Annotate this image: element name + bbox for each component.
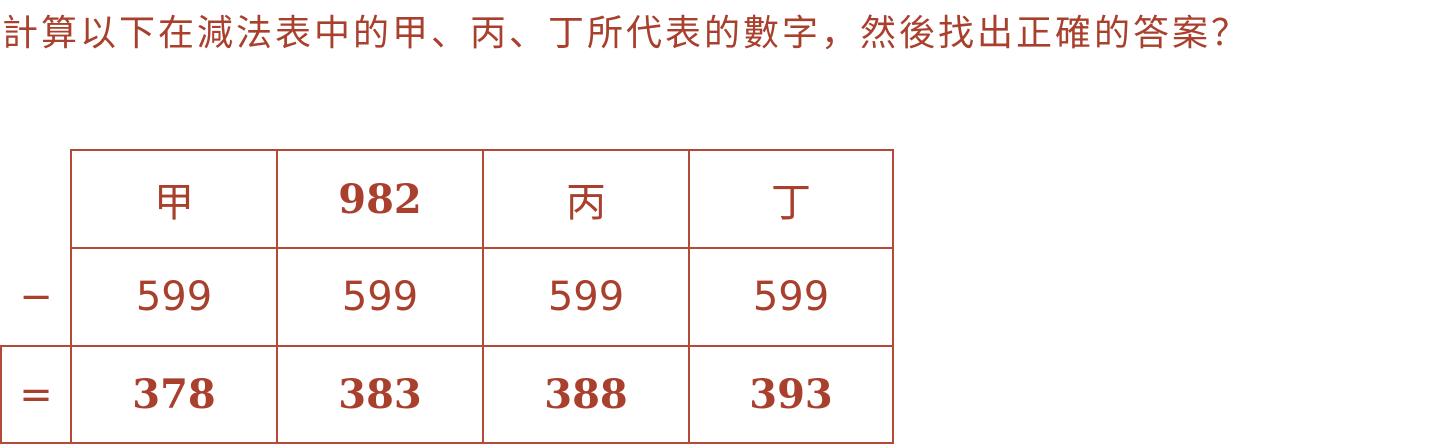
header-cell-ding: 丁 [771,180,811,226]
subtrahend-cell-3: 599 [547,274,625,320]
result-cell-2: 383 [338,371,422,418]
subtrahend-cell-1: 599 [135,274,213,320]
header-cell-bing: 丙 [566,180,606,226]
subtrahend-cell-2: 599 [341,274,419,320]
table-border-bottom [0,442,894,444]
minus-sign: − [19,274,53,320]
result-cell-4: 393 [749,371,833,418]
header-cell-jia: 甲 [154,180,194,226]
header-cell-982: 982 [338,175,422,223]
equals-sign: = [19,371,53,418]
subtrahend-cell-4: 599 [752,274,830,320]
result-cell-3: 388 [544,371,628,418]
table-border-right [892,149,894,444]
subtraction-table: − = 甲 982 丙 丁 599 599 599 599 378 383 38… [0,0,1436,446]
result-cell-1: 378 [132,371,216,418]
